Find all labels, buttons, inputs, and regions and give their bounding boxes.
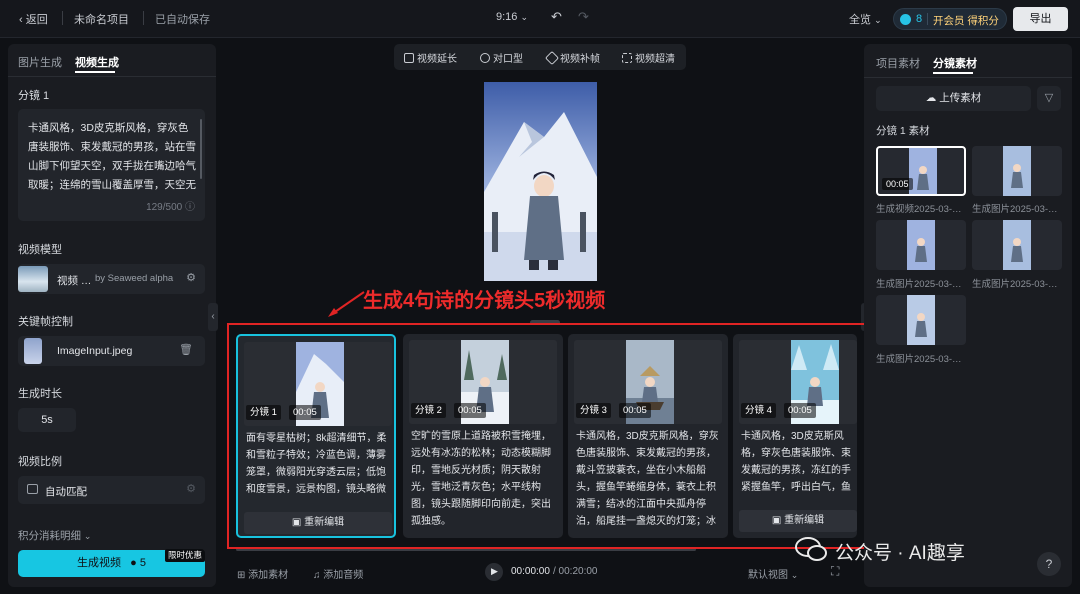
view-selector[interactable]: 默认视图 ⌄ [748, 566, 798, 581]
info-icon: ⓘ [185, 202, 195, 213]
tool-super-resolution[interactable]: 视频超清 [622, 50, 675, 65]
undo-icon[interactable]: ↶ [551, 9, 562, 25]
collapse-left-panel-handle[interactable]: ‹ [208, 303, 218, 331]
credits-pill[interactable]: 8 开会员 得积分 [893, 8, 1007, 30]
total-time: / 00:20:00 [553, 566, 598, 577]
add-media-icon: ⊞ [237, 570, 246, 581]
keyframe-file[interactable]: ImageInput.jpeg 🗑 [18, 336, 205, 366]
promo-badge: 限时优惠 [165, 549, 205, 562]
duration-option-5s[interactable]: 5s [18, 408, 76, 432]
active-tab-indicator [933, 72, 973, 74]
autosave-status: 已自动保存 [155, 14, 210, 26]
fullscreen-icon[interactable]: ⛶ [831, 564, 839, 579]
music-note-icon: ♫ [313, 570, 321, 581]
trash-icon[interactable]: 🗑 [179, 343, 193, 356]
member-cta[interactable]: 开会员 得积分 [933, 13, 999, 28]
asset-item[interactable]: 00:05 [876, 146, 966, 196]
ratio-value: 自动匹配 [45, 486, 87, 498]
upscale-icon [622, 53, 632, 63]
keyframe-label: 关键帧控制 [18, 316, 73, 328]
chevron-down-icon: ⌄ [874, 15, 882, 25]
aspect-selector[interactable]: 9:16 ⌄ [496, 11, 528, 23]
annotation-highlight-frame [227, 323, 868, 549]
asset-item[interactable] [876, 220, 966, 270]
filter-icon[interactable]: ▽ [1037, 86, 1061, 111]
prompt-text: 卡通风格，3D皮克斯风格，穿灰色唐装服饰、束发戴冠的男孩，站在雪山脚下仰望天空，… [28, 122, 196, 191]
model-name: 视频 … [57, 275, 92, 287]
keyframe-filename: ImageInput.jpeg [57, 345, 133, 357]
char-counter: 129/500 ⓘ [146, 202, 195, 213]
credits-detail-toggle[interactable]: 积分消耗明细 ⌄ [18, 528, 91, 543]
chevron-down-icon: ⌄ [520, 12, 529, 22]
extend-icon [404, 53, 414, 63]
back-button[interactable]: ‹ 返回 [19, 11, 48, 27]
model-provider: by Seaweed alpha [95, 273, 174, 284]
top-bar: ‹ 返回 未命名项目 已自动保存 9:16 ⌄ ↶ ↷ 全览 ⌄ 8 开会员 得… [0, 0, 1080, 38]
model-label: 视频模型 [18, 244, 62, 256]
shot-title: 分镜 1 [18, 90, 50, 102]
credits-count: 8 [916, 13, 923, 25]
wechat-icon [795, 537, 827, 561]
asset-item[interactable] [876, 295, 966, 345]
divider [864, 77, 1072, 78]
credit-coin-icon [900, 14, 911, 25]
play-button[interactable]: ▶ [485, 563, 503, 581]
play-icon: ▶ [491, 566, 498, 576]
asset-caption: 生成图片2025-03-… [876, 279, 962, 290]
tab-video-generation[interactable]: 视频生成 [75, 54, 119, 70]
ratio-label: 视频比例 [18, 456, 62, 468]
chevron-left-icon: ‹ [19, 14, 23, 26]
annotation-caption: 生成4句诗的分镜头5秒视频 [363, 290, 606, 312]
view-mode-selector[interactable]: 全览 ⌄ [849, 11, 882, 27]
upload-asset-button[interactable]: ☁ 上传素材 [876, 86, 1031, 111]
active-tab-indicator [75, 71, 115, 73]
divider [62, 11, 63, 25]
prompt-textarea[interactable]: 卡通风格，3D皮克斯风格，穿灰色唐装服饰、束发戴冠的男孩，站在雪山脚下仰望天空，… [18, 109, 205, 221]
shot-assets-title: 分镜 1 素材 [876, 125, 930, 137]
divider [927, 13, 928, 25]
aspect-ratio-icon [27, 484, 38, 494]
ratio-selector[interactable]: 自动匹配 ⚙ [18, 476, 205, 504]
tab-project-assets[interactable]: 项目素材 [876, 55, 920, 71]
asset-duration-badge: 00:05 [882, 178, 913, 190]
tool-video-extend[interactable]: 视频延长 [404, 50, 457, 65]
video-tools-toolbar: 视频延长 对口型 视频补帧 视频超清 [394, 44, 686, 70]
current-time: 00:00:00 [511, 566, 550, 577]
duration-label: 生成时长 [18, 388, 62, 400]
asset-item[interactable] [972, 220, 1062, 270]
asset-caption: 生成图片2025-03-… [972, 279, 1058, 290]
keyframe-thumbnail [24, 338, 42, 364]
settings-sliders-icon[interactable]: ⚙ [186, 271, 196, 284]
add-audio-button[interactable]: ♫ 添加音频 [313, 566, 363, 581]
divider [143, 11, 144, 25]
project-name[interactable]: 未命名项目 [74, 11, 129, 27]
scrollbar[interactable] [200, 119, 202, 179]
model-selector[interactable]: 视频 … by Seaweed alpha ⚙ [18, 264, 205, 294]
divider [8, 76, 216, 77]
preview-scene [484, 82, 597, 281]
video-preview[interactable] [484, 82, 597, 281]
model-thumbnail [18, 266, 48, 292]
redo-icon[interactable]: ↷ [578, 9, 589, 25]
tool-lip-sync[interactable]: 对口型 [480, 50, 523, 65]
lip-sync-icon [480, 53, 490, 63]
chevron-down-icon: ⌄ [790, 570, 799, 580]
watermark: 公众号 · AI趣享 [835, 543, 965, 564]
asset-item[interactable] [972, 146, 1062, 196]
add-asset-button[interactable]: ⊞ 添加素材 [237, 566, 288, 581]
credit-coin-icon: ● [130, 557, 137, 569]
asset-caption: 生成视频2025-03-… [876, 204, 962, 215]
cloud-upload-icon: ☁ [925, 92, 937, 104]
tool-frame-interpolation[interactable]: 视频补帧 [544, 50, 600, 66]
interpolation-icon [544, 50, 560, 66]
asset-caption: 生成图片2025-03-… [876, 354, 962, 365]
settings-sliders-icon: ⚙ [186, 483, 196, 495]
help-icon[interactable]: ? [1037, 552, 1061, 576]
annotation-arrow [328, 291, 365, 317]
tab-shot-assets[interactable]: 分镜素材 [933, 55, 977, 71]
tab-image-generation[interactable]: 图片生成 [18, 54, 62, 70]
export-button[interactable]: 导出 [1013, 7, 1068, 31]
asset-caption: 生成图片2025-03-… [972, 204, 1058, 215]
chevron-down-icon: ⌄ [83, 531, 92, 541]
